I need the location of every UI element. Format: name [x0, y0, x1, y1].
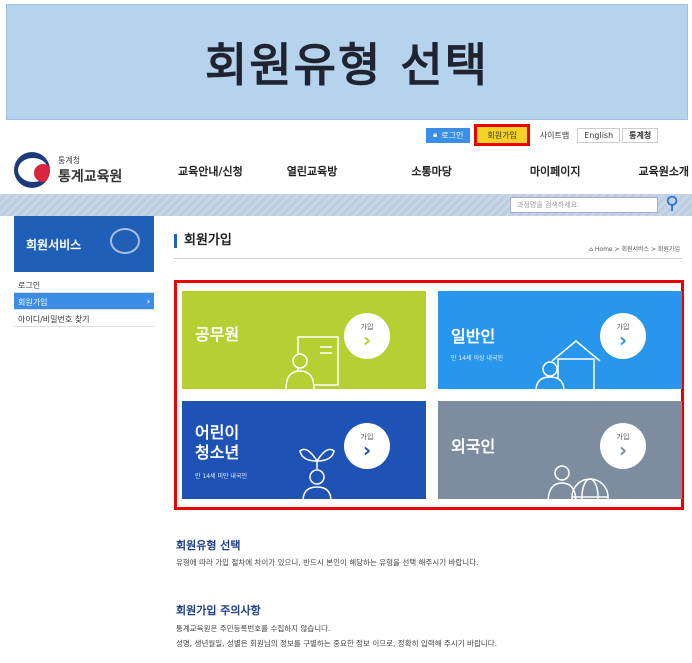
card-foreigner[interactable]: 외국인 가입 ›: [438, 401, 682, 499]
banner-title: 회원유형 선택: [205, 38, 489, 92]
chevron-right-icon: ›: [362, 328, 372, 352]
header: 통계청 통계교육원 교육안내/신청 열린교육방 소통마당 마이페이지 교육원소개: [0, 145, 692, 193]
card-name: 공무원: [195, 325, 240, 344]
nav-item-open-class[interactable]: 열린교육방: [287, 163, 338, 179]
page-banner: 회원유형 선택: [6, 4, 688, 120]
nav-item-about[interactable]: 교육원소개: [638, 163, 689, 179]
section-text-notice-2: 성명, 생년월일, 성별은 회원님의 정보를 구별하는 중요한 정보 이므로, …: [176, 639, 498, 648]
utility-bar: 🔒︎ 로그인 회원가입 사이트맵 English 통계청: [426, 124, 659, 146]
chevron-right-icon: ›: [362, 438, 372, 462]
title-divider: [174, 258, 682, 259]
main-content: 회원가입 ⌂ Home > 회원서비스 > 회원가입: [174, 216, 686, 259]
id-card-person-icon: [285, 336, 339, 389]
sprout-person-icon: [299, 448, 335, 499]
card-general[interactable]: 일반인 만 14세 이상 내국인 가입 ›: [438, 291, 682, 389]
site-logo[interactable]: 통계청 통계교육원: [14, 152, 122, 188]
main-nav: 교육안내/신청 열린교육방 소통마당 마이페이지 교육원소개: [178, 163, 689, 179]
home-icon: ⌂: [589, 246, 593, 253]
join-circle-button[interactable]: 가입 ›: [600, 313, 646, 359]
card-name: 외국인: [451, 437, 496, 456]
nav-item-community[interactable]: 소통마당: [411, 163, 451, 179]
lock-icon: 🔒︎: [433, 130, 438, 139]
breadcrumb: ⌂ Home > 회원서비스 > 회원가입: [589, 246, 680, 253]
section-title-notice: 회원가입 주의사항: [176, 604, 261, 617]
join-circle-button[interactable]: 가입 ›: [344, 313, 390, 359]
login-button[interactable]: 🔒︎ 로그인: [426, 127, 471, 143]
stats-link[interactable]: 통계청: [622, 127, 659, 143]
nav-item-mypage[interactable]: 마이페이지: [530, 163, 581, 179]
card-name-line1: 어린이: [195, 423, 240, 442]
nav-item-education[interactable]: 교육안내/신청: [178, 163, 243, 179]
sitemap-link[interactable]: 사이트맵: [533, 127, 576, 143]
globe-person-icon: [547, 465, 609, 499]
card-name-line2: 청소년: [195, 443, 240, 462]
card-child-youth[interactable]: 어린이 청소년 만 14세 미만 내국인 가입 ›: [182, 401, 426, 499]
sidebar-item-login[interactable]: 로그인: [14, 276, 154, 293]
chat-bubble-icon: [110, 228, 140, 254]
search-icon[interactable]: ⚲: [662, 195, 682, 215]
card-desc: 만 14세 미만 내국인: [195, 473, 247, 480]
join-button[interactable]: 회원가입: [474, 124, 530, 146]
english-link[interactable]: English: [577, 127, 621, 143]
section-text-notice-1: 통계교육원은 주민등록번호를 수집하지 않습니다.: [176, 624, 331, 633]
section-text-type: 유형에 따라 가입 절차에 차이가 있으니, 반드시 본인이 해당하는 유형을 …: [176, 558, 479, 567]
logo-name: 통계교육원: [58, 168, 123, 185]
sidebar-item-find-account[interactable]: 아이디/비밀번호 찾기: [14, 310, 154, 327]
sidebar: 회원서비스 로그인 회원가입 › 아이디/비밀번호 찾기: [14, 216, 154, 327]
card-name: 일반인: [451, 327, 496, 346]
chevron-right-icon: ›: [146, 297, 150, 306]
search-band: 과정명을 검색하세요. ⚲: [0, 194, 692, 216]
logo-org: 통계청: [58, 155, 81, 165]
card-civil-servant[interactable]: 공무원 가입 ›: [182, 291, 426, 389]
house-person-icon: [535, 340, 601, 389]
sidebar-title: 회원서비스: [14, 216, 154, 272]
section-title-type: 회원유형 선택: [176, 539, 241, 552]
sidebar-item-join[interactable]: 회원가입 ›: [14, 293, 154, 310]
chevron-right-icon: ›: [618, 328, 628, 352]
join-circle-button[interactable]: 가입 ›: [344, 423, 390, 469]
search-input[interactable]: 과정명을 검색하세요.: [510, 197, 658, 213]
logo-emblem-icon: [14, 152, 50, 188]
card-desc: 만 14세 이상 내국인: [451, 355, 503, 362]
